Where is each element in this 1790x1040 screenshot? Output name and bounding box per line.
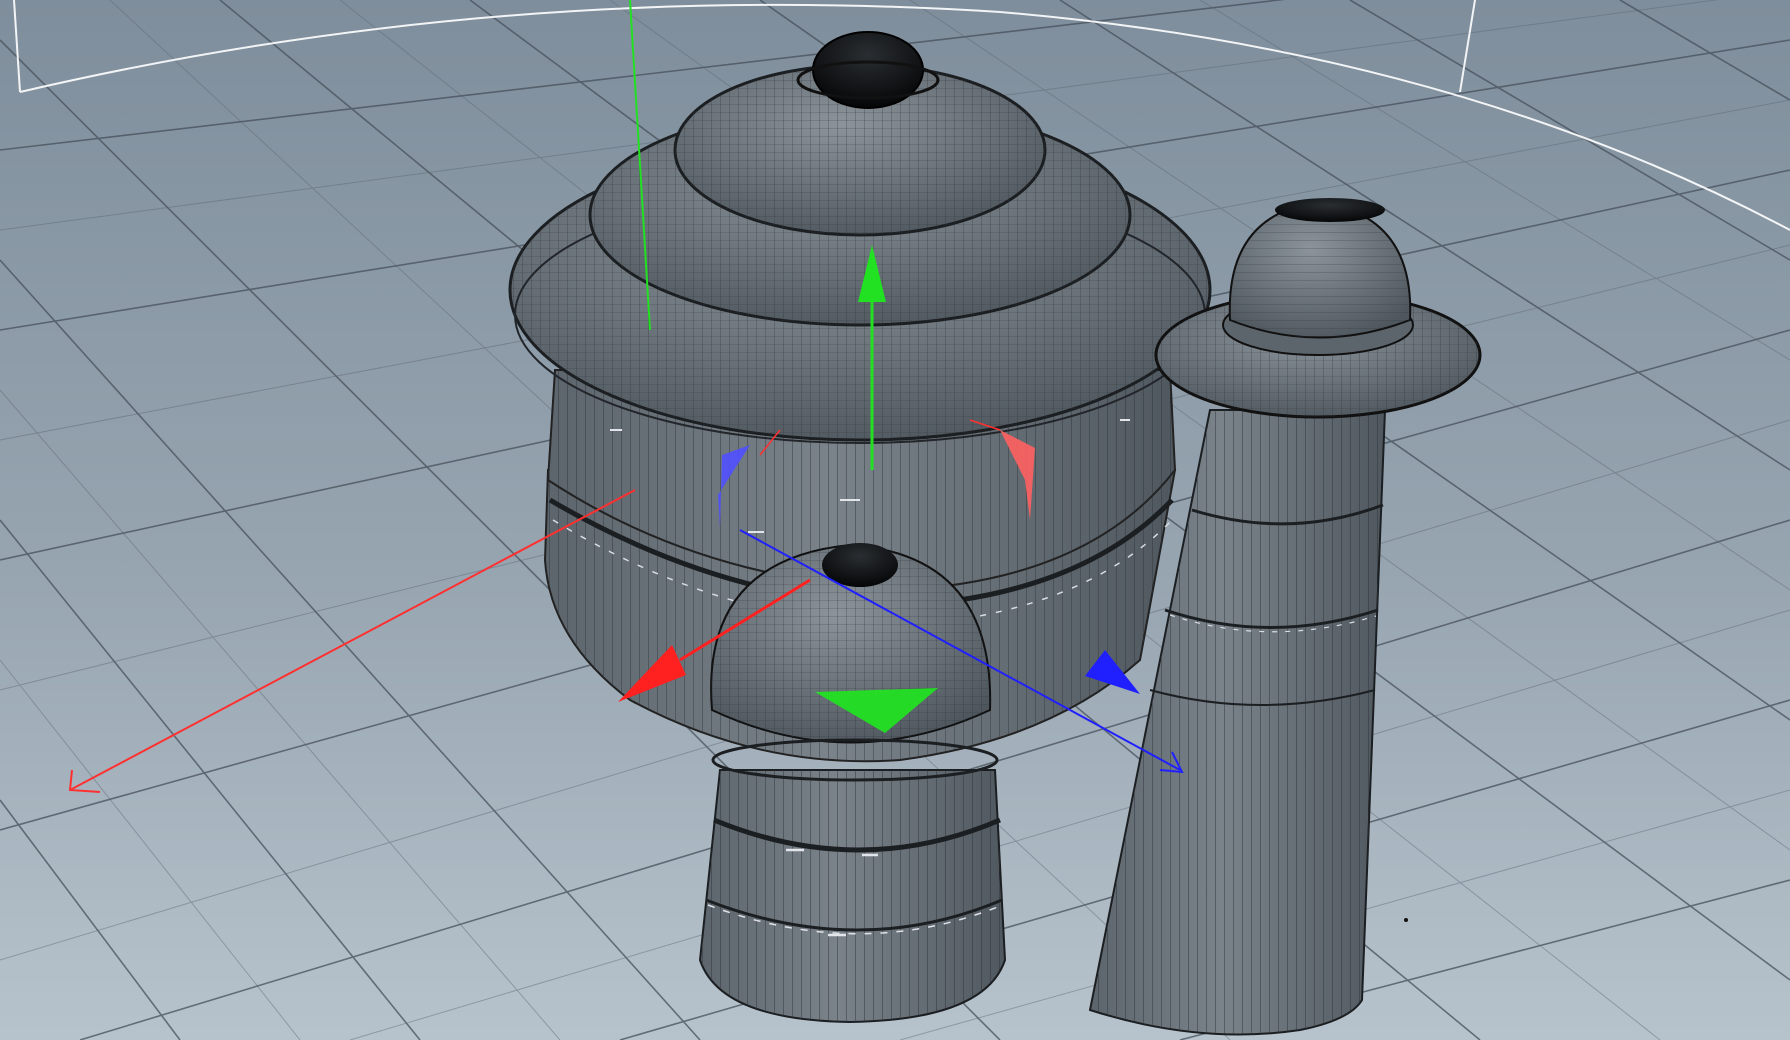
viewport-canvas[interactable] — [0, 0, 1790, 1040]
stray-vertex-marker — [1404, 918, 1408, 922]
3d-viewport[interactable] — [0, 0, 1790, 1040]
small-capsule-hut[interactable] — [698, 543, 1007, 1024]
